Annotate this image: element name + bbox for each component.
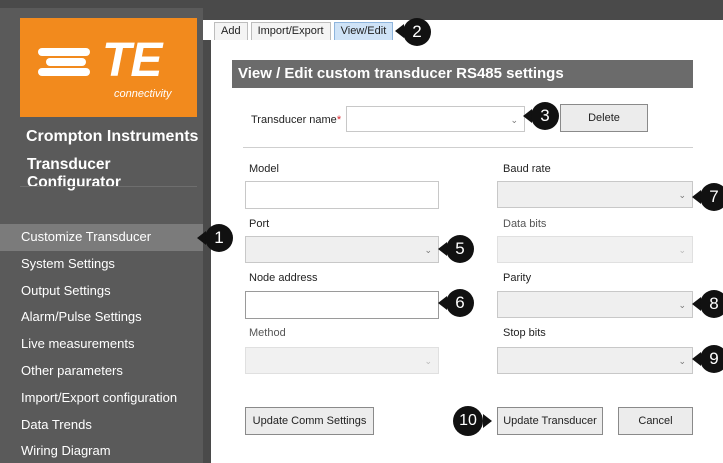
logo-subtext: connectivity [114, 88, 172, 100]
chevron-down-icon: ⌄ [678, 245, 686, 255]
cancel-button[interactable]: Cancel [618, 407, 693, 435]
stop-bits-label: Stop bits [503, 327, 546, 339]
chevron-down-icon: ⌄ [678, 356, 686, 366]
transducer-name-select[interactable]: ⌄ [346, 106, 525, 132]
company-name: Crompton Instruments [26, 128, 199, 145]
callout-1: 1 [205, 224, 233, 252]
chevron-down-icon: ⌄ [678, 190, 686, 200]
stop-bits-select[interactable]: ⌄ [497, 347, 693, 374]
required-marker: * [336, 114, 342, 126]
data-bits-select: ⌄ [497, 236, 693, 263]
logo-text: TE [102, 34, 162, 87]
sidebar-divider [20, 186, 197, 187]
callout-6: 6 [446, 289, 474, 317]
port-label: Port [249, 218, 270, 230]
update-transducer-button[interactable]: Update Transducer [497, 407, 603, 435]
sidebar-item-output-settings[interactable]: Output Settings [0, 278, 203, 305]
te-logo: TE connectivity [20, 18, 197, 117]
tab-view-edit[interactable]: View/Edit [333, 22, 394, 40]
transducer-name-label: Transducer name* [251, 114, 341, 126]
callout-8: 8 [700, 290, 723, 318]
node-address-input[interactable] [245, 291, 439, 319]
baud-rate-select[interactable]: ⌄ [497, 181, 693, 208]
delete-button[interactable]: Delete [560, 104, 648, 132]
tab-bar: Add Import/Export View/Edit [214, 22, 394, 40]
sidebar-item-data-trends[interactable]: Data Trends [0, 412, 203, 439]
method-select: ⌄ [245, 347, 439, 374]
chevron-down-icon: ⌄ [510, 115, 518, 125]
section-title: View / Edit custom transducer RS485 sett… [232, 60, 693, 88]
method-label: Method [249, 327, 286, 339]
model-input[interactable] [245, 181, 439, 209]
sidebar: TE connectivity Crompton Instruments Tra… [0, 0, 203, 463]
baud-rate-label: Baud rate [503, 163, 551, 175]
tab-add[interactable]: Add [214, 22, 248, 40]
port-select[interactable]: ⌄ [245, 236, 439, 263]
callout-10: 10 [453, 406, 483, 436]
sidebar-item-alarm-pulse-settings[interactable]: Alarm/Pulse Settings [0, 304, 203, 331]
transducer-name-label-text: Transducer name [251, 114, 337, 126]
callout-5: 5 [446, 235, 474, 263]
parity-select[interactable]: ⌄ [497, 291, 693, 318]
sidebar-item-other-parameters[interactable]: Other parameters [0, 358, 203, 385]
sidebar-item-wiring-diagram[interactable]: Wiring Diagram [0, 438, 203, 463]
data-bits-label: Data bits [503, 218, 547, 230]
chevron-down-icon: ⌄ [424, 356, 432, 366]
chevron-down-icon: ⌄ [678, 300, 686, 310]
update-comm-settings-button[interactable]: Update Comm Settings [245, 407, 374, 435]
sidebar-item-live-measurements[interactable]: Live measurements [0, 331, 203, 358]
chevron-down-icon: ⌄ [424, 245, 432, 255]
callout-2: 2 [403, 18, 431, 46]
parity-label: Parity [503, 272, 532, 284]
node-address-label: Node address [249, 272, 318, 284]
callout-arrow-10-icon [483, 414, 492, 428]
sidebar-top-bar [0, 0, 203, 8]
callout-9: 9 [700, 345, 723, 373]
form-divider [243, 147, 693, 148]
model-label: Model [249, 163, 279, 175]
tab-import-export[interactable]: Import/Export [250, 22, 331, 40]
sidebar-item-customize-transducer[interactable]: Customize Transducer [0, 224, 203, 251]
sidebar-item-import-export-configuration[interactable]: Import/Export configuration [0, 385, 203, 412]
sidebar-nav: Customize Transducer System Settings Out… [0, 224, 203, 463]
top-strip [203, 0, 723, 20]
sidebar-item-system-settings[interactable]: System Settings [0, 251, 203, 278]
callout-3: 3 [531, 102, 559, 130]
te-logo-mark-icon [38, 42, 98, 82]
callout-7: 7 [700, 183, 723, 211]
